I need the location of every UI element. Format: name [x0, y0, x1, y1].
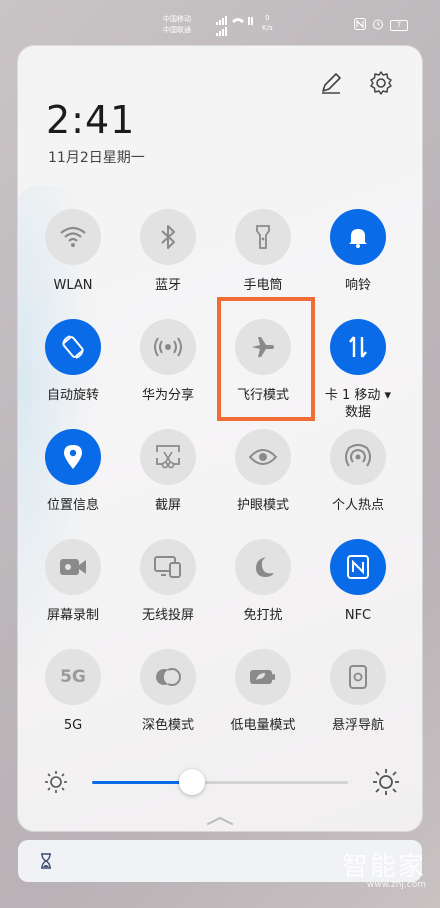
tile-label: 深色模式 [141, 718, 194, 733]
control-center-panel: 2:41 11月2日星期一 WLAN 蓝牙 手电筒 响铃 自动旋转 华为分享 飞… [18, 46, 422, 831]
flashlight-icon[interactable] [235, 209, 291, 265]
tile-screenshot[interactable]: 截屏 [118, 429, 218, 514]
tile-wlan[interactable]: WLAN [23, 209, 123, 294]
tile-eye-comfort[interactable]: 护眼模式 [213, 429, 313, 514]
tile-label: 无线投屏 [141, 608, 194, 623]
clock-date: 11月2日星期一 [48, 150, 145, 166]
tile-label: 免打扰 [243, 608, 283, 623]
nfc-icon[interactable] [330, 539, 386, 595]
5g-icon[interactable]: 5G [45, 649, 101, 705]
network-speed-unit: K/s [262, 24, 273, 32]
gear-icon[interactable] [368, 70, 394, 96]
tile-power-saving[interactable]: 低电量模式 [213, 649, 313, 734]
hourglass-icon [40, 853, 52, 873]
tile-nfc[interactable]: NFC [308, 539, 408, 624]
screenshot-icon[interactable] [140, 429, 196, 485]
tile-location[interactable]: 位置信息 [23, 429, 123, 514]
hotspot-icon[interactable] [330, 429, 386, 485]
expand-handle-icon[interactable] [206, 811, 234, 830]
tile-label: 位置信息 [46, 498, 99, 513]
tile-label: 卡 1 移动 ▾ [324, 388, 392, 403]
tile-do-not-disturb[interactable]: 免打扰 [213, 539, 313, 624]
carrier-1: 中国移动 [163, 15, 191, 23]
brightness-track[interactable] [92, 769, 348, 795]
floating-nav-icon[interactable] [330, 649, 386, 705]
tile-label: 自动旋转 [46, 388, 99, 403]
tile-screen-record[interactable]: 屏幕录制 [23, 539, 123, 624]
bell-icon[interactable] [330, 209, 386, 265]
tile-floating-nav[interactable]: 悬浮导航 [308, 649, 408, 734]
tile-wireless-projection[interactable]: 无线投屏 [118, 539, 218, 624]
5g-icon-text: 5G [60, 667, 86, 687]
huawei-share-icon[interactable] [140, 319, 196, 375]
tile-label: 护眼模式 [236, 498, 289, 513]
tile-label: 蓝牙 [154, 278, 181, 293]
tile-label: WLAN [53, 278, 93, 293]
tile-flashlight[interactable]: 手电筒 [213, 209, 313, 294]
wifi-icon[interactable] [45, 209, 101, 265]
signal-icon [214, 15, 254, 39]
tile-label: 低电量模式 [230, 718, 296, 733]
tile-label: 个人热点 [331, 498, 384, 513]
tile-label: 截屏 [154, 498, 181, 513]
bluetooth-icon[interactable] [140, 209, 196, 265]
battery-icon: 7 [390, 20, 408, 31]
tile-mobile-data[interactable]: 卡 1 移动 ▾ 数据 [308, 319, 408, 421]
network-speed: 0 K/s [262, 13, 273, 33]
edit-icon[interactable] [318, 70, 344, 96]
brightness-low-icon [44, 770, 68, 798]
tile-huawei-share[interactable]: 华为分享 [118, 319, 218, 404]
clock-time: 2:41 [46, 98, 136, 142]
status-bar: 中国移动 中国联通 0 K/s 7 [0, 10, 440, 40]
battery-saver-icon[interactable] [235, 649, 291, 705]
tile-label: 屏幕录制 [46, 608, 99, 623]
tile-bluetooth[interactable]: 蓝牙 [118, 209, 218, 294]
tile-label: 手电筒 [243, 278, 283, 293]
highlight-box [217, 297, 315, 421]
tile-label: 华为分享 [141, 388, 194, 403]
carrier-2: 中国联通 [163, 26, 191, 34]
tile-dark-mode[interactable]: 深色模式 [118, 649, 218, 734]
wireless-projection-icon[interactable] [140, 539, 196, 595]
mobile-data-icon[interactable] [330, 319, 386, 375]
brightness-slider[interactable] [18, 768, 422, 798]
location-icon[interactable] [45, 429, 101, 485]
auto-rotate-icon[interactable] [45, 319, 101, 375]
tile-label: 悬浮导航 [331, 718, 384, 733]
tile-hotspot[interactable]: 个人热点 [308, 429, 408, 514]
dark-mode-icon[interactable] [140, 649, 196, 705]
brightness-fill [92, 781, 192, 784]
tile-auto-rotate[interactable]: 自动旋转 [23, 319, 123, 404]
network-speed-value: 0 [265, 14, 270, 22]
tile-label: NFC [344, 608, 372, 623]
watermark-url: www.znj.com [366, 880, 426, 890]
alarm-icon [372, 18, 384, 33]
tile-label: 5G [63, 718, 83, 733]
status-right: 7 [354, 18, 408, 33]
carrier-info: 中国移动 中国联通 [163, 14, 191, 36]
tile-5g[interactable]: 5G 5G [23, 649, 123, 734]
tile-label: 响铃 [344, 278, 371, 293]
brightness-high-icon [372, 768, 400, 800]
brightness-thumb[interactable] [178, 769, 205, 795]
moon-icon[interactable] [235, 539, 291, 595]
tile-label-2: 数据 [344, 405, 371, 420]
nfc-status-icon [354, 18, 366, 33]
eye-icon[interactable] [235, 429, 291, 485]
tile-ring[interactable]: 响铃 [308, 209, 408, 294]
watermark-logo: 智能家 [341, 852, 426, 882]
screen-record-icon[interactable] [45, 539, 101, 595]
